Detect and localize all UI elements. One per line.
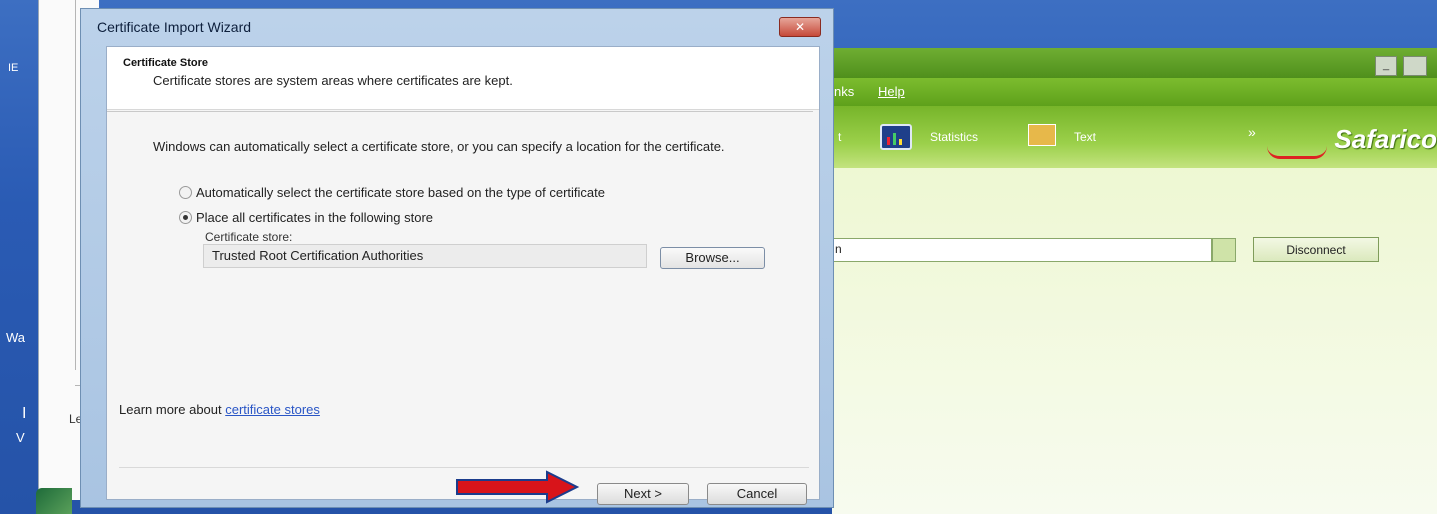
maximize-button[interactable] <box>1403 56 1427 76</box>
learn-more-prefix: Learn more about <box>119 402 226 417</box>
desktop-icon-label: I <box>22 405 27 422</box>
close-icon: ✕ <box>794 20 806 34</box>
disconnect-button[interactable]: Disconnect <box>1253 237 1379 262</box>
radio-label: Automatically select the certificate sto… <box>196 185 605 200</box>
brand-logo: Safarico <box>1334 124 1437 154</box>
connection-profile-field[interactable]: n <box>832 238 1212 262</box>
toolbar-item-partial[interactable]: t <box>838 130 841 144</box>
next-button[interactable]: Next > <box>597 483 689 505</box>
cancel-button[interactable]: Cancel <box>707 483 807 505</box>
app-menubar: nks Help <box>832 78 1437 106</box>
annotation-arrow-icon <box>456 470 580 504</box>
logo-swoosh <box>1267 146 1327 159</box>
intro-text: Windows can automatically select a certi… <box>153 139 725 154</box>
envelope-icon[interactable] <box>1028 124 1056 146</box>
dialog-title: Certificate Import Wizard <box>97 19 252 35</box>
close-button[interactable]: ✕ <box>779 17 821 37</box>
window-divider <box>75 0 76 370</box>
certificate-store-label: Certificate store: <box>205 230 293 244</box>
connection-field-value: n <box>835 242 842 256</box>
footer-divider <box>119 467 809 468</box>
menu-item-help[interactable]: Help <box>878 84 905 99</box>
minimize-icon: _ <box>1382 59 1390 71</box>
step-title: Certificate Store <box>123 57 208 69</box>
toolbar-text[interactable]: Text <box>1074 130 1096 144</box>
toolbar-statistics[interactable]: Statistics <box>930 130 978 144</box>
app-titlebar <box>832 48 1437 78</box>
radio-button-selected[interactable] <box>179 211 192 224</box>
arrow-shape <box>456 470 580 504</box>
certificate-import-wizard: Certificate Import Wizard ✕ Certificate … <box>80 8 834 508</box>
desktop-icon-label: Wa <box>6 330 26 345</box>
radio-place-in-store[interactable]: Place all certificates in the following … <box>179 210 433 225</box>
minimize-button[interactable]: _ <box>1375 56 1397 76</box>
learn-more-text: Learn more about certificate stores <box>119 402 320 417</box>
wizard-body: Certificate Store Certificate stores are… <box>106 46 820 505</box>
browse-button[interactable]: Browse... <box>660 247 765 269</box>
radio-button[interactable] <box>179 186 192 199</box>
radio-auto-select[interactable]: Automatically select the certificate sto… <box>179 185 605 200</box>
certificate-stores-link[interactable]: certificate stores <box>225 402 320 417</box>
certificate-store-value: Trusted Root Certification Authorities <box>212 248 424 263</box>
radio-label: Place all certificates in the following … <box>196 210 434 225</box>
step-description: Certificate stores are system areas wher… <box>153 73 513 88</box>
statistics-icon[interactable] <box>880 124 912 150</box>
desktop-icon-label: V <box>16 430 25 445</box>
start-button[interactable] <box>36 488 72 514</box>
desktop-icon-label: IE <box>8 62 19 74</box>
app-toolbar: t Statistics Text » Safarico <box>832 106 1437 168</box>
header-divider <box>107 111 813 112</box>
wizard-header: Certificate Store Certificate stores are… <box>107 47 819 110</box>
certificate-store-field: Trusted Root Certification Authorities <box>203 244 647 268</box>
dropdown-button[interactable] <box>1212 238 1236 262</box>
menu-item-links[interactable]: nks <box>834 84 854 99</box>
toolbar-more-button[interactable]: » <box>1248 124 1256 140</box>
